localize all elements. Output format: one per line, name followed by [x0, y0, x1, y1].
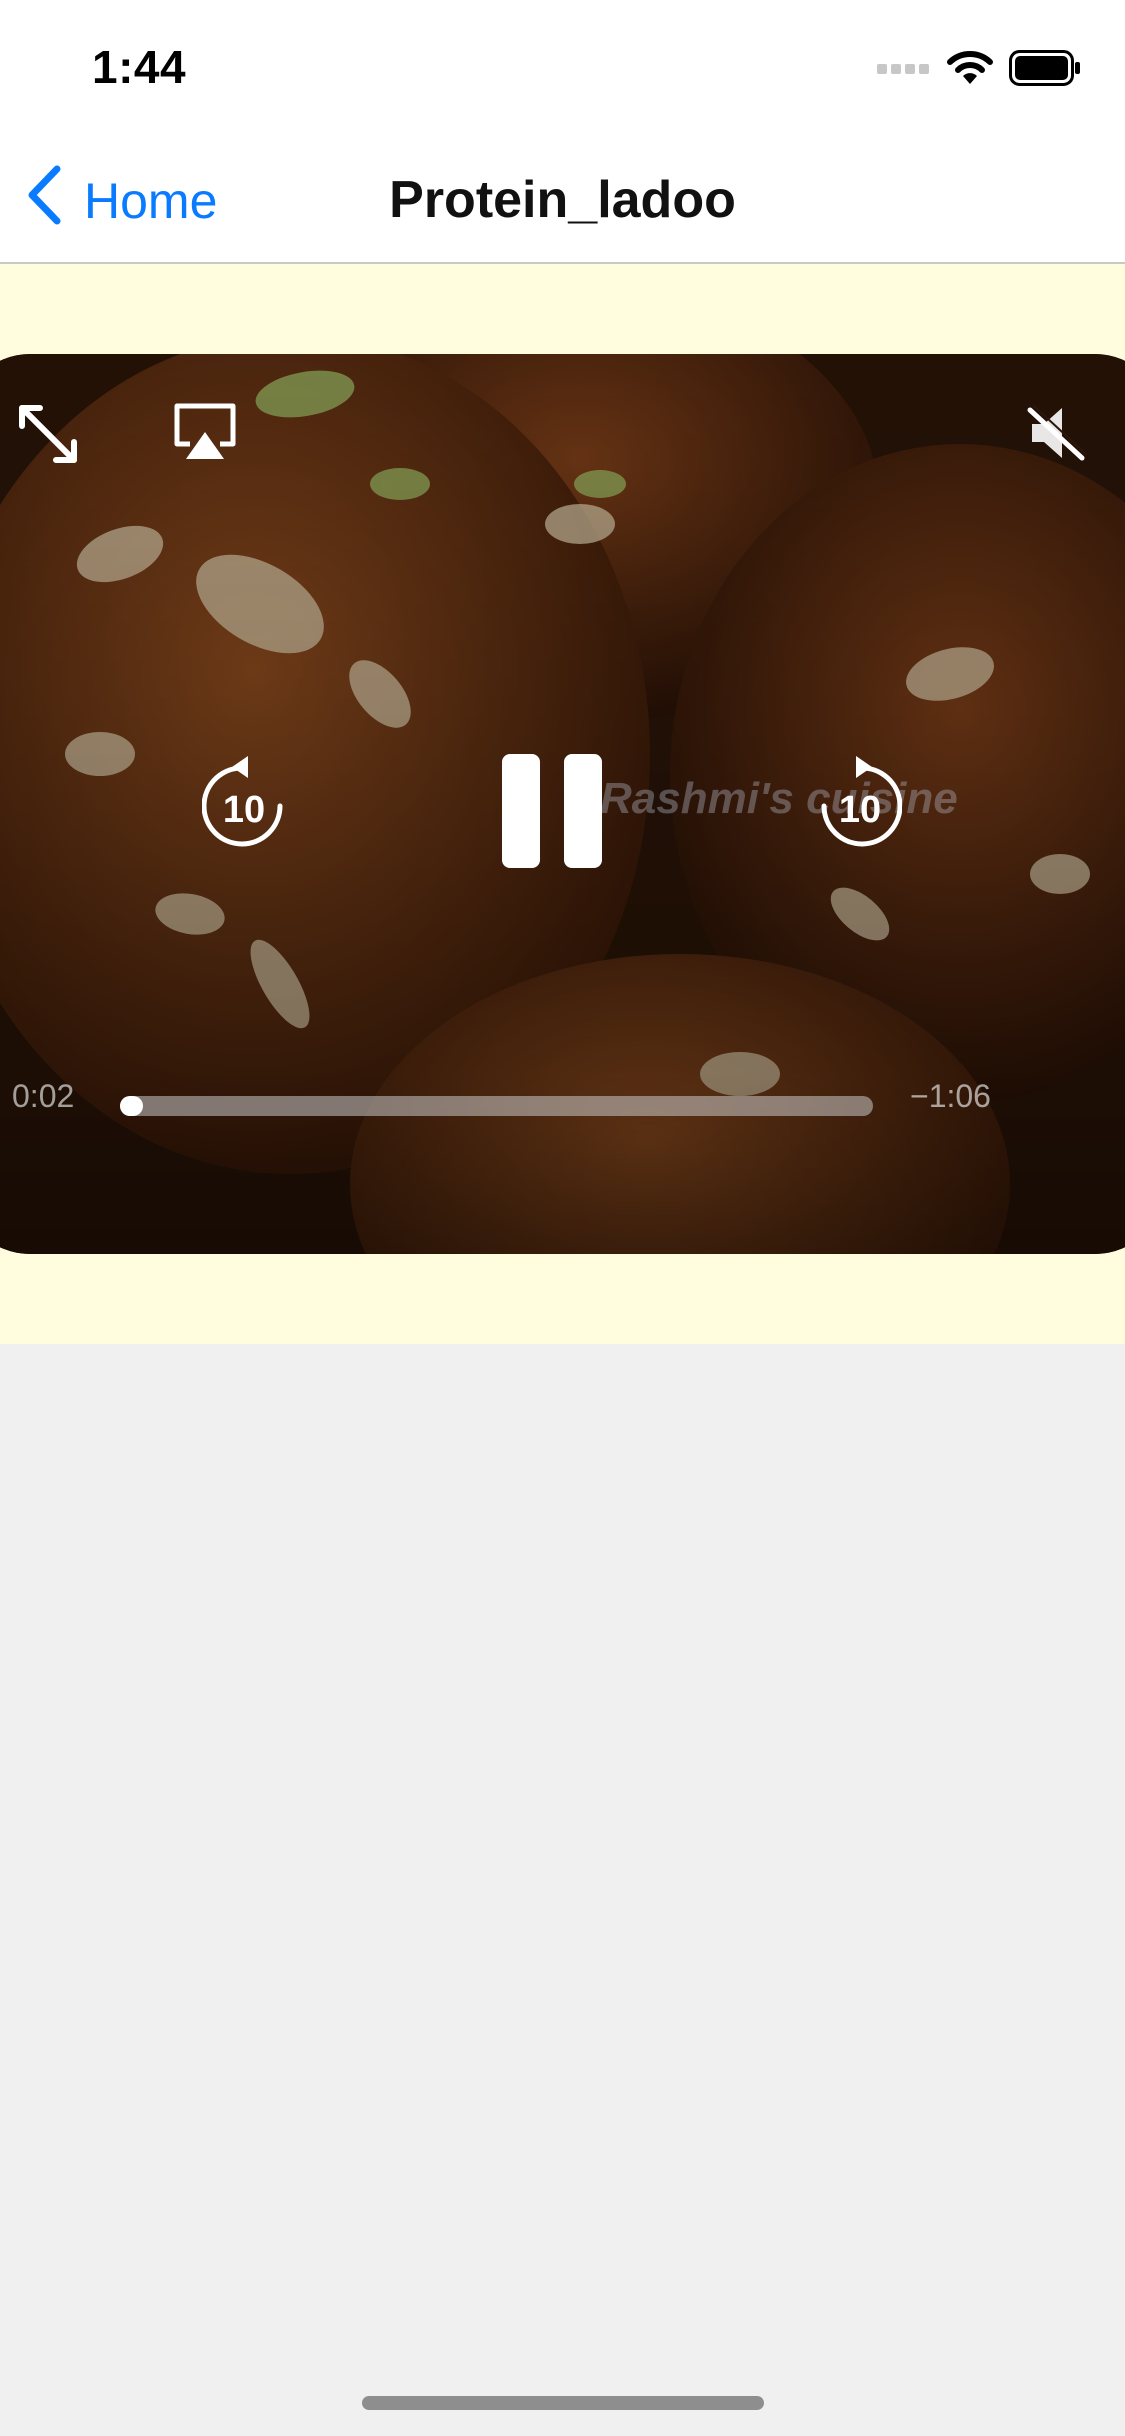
mute-icon — [1024, 405, 1088, 466]
home-indicator — [362, 2396, 764, 2410]
skip-forward-button[interactable]: 10 — [814, 754, 903, 857]
progress-scrubber[interactable] — [120, 1096, 873, 1116]
skip-forward-icon: 10 — [814, 756, 903, 856]
content-area: Rashmi's cuisine 10 10 0:02 −1:06 — [0, 264, 1125, 1344]
skip-back-button[interactable]: 10 — [201, 754, 290, 857]
airplay-button[interactable] — [172, 402, 238, 467]
navigation-bar: Home Protein_ladoo — [0, 140, 1125, 264]
status-bar: 1:44 — [0, 0, 1125, 140]
pause-button[interactable] — [500, 752, 604, 875]
battery-icon — [1009, 49, 1081, 91]
skip-back-icon: 10 — [201, 756, 290, 856]
video-watermark: Rashmi's cuisine — [600, 774, 958, 823]
skip-forward-seconds: 10 — [839, 789, 881, 831]
wifi-icon — [947, 50, 993, 91]
cellular-signal-icon — [877, 58, 931, 83]
video-player[interactable]: Rashmi's cuisine 10 10 0:02 −1:06 — [0, 354, 1125, 1254]
page-title: Protein_ladoo — [389, 171, 736, 229]
progress-fill — [120, 1096, 143, 1116]
elapsed-time: 0:02 — [12, 1078, 75, 1114]
skip-back-seconds: 10 — [223, 789, 265, 831]
fullscreen-icon — [16, 405, 80, 470]
status-icons — [877, 49, 1081, 91]
pause-icon — [500, 754, 604, 874]
remaining-time: −1:06 — [910, 1078, 991, 1114]
status-time: 1:44 — [92, 41, 187, 93]
fullscreen-button[interactable] — [16, 402, 80, 471]
airplay-icon — [172, 403, 238, 466]
mute-button[interactable] — [1024, 404, 1088, 467]
